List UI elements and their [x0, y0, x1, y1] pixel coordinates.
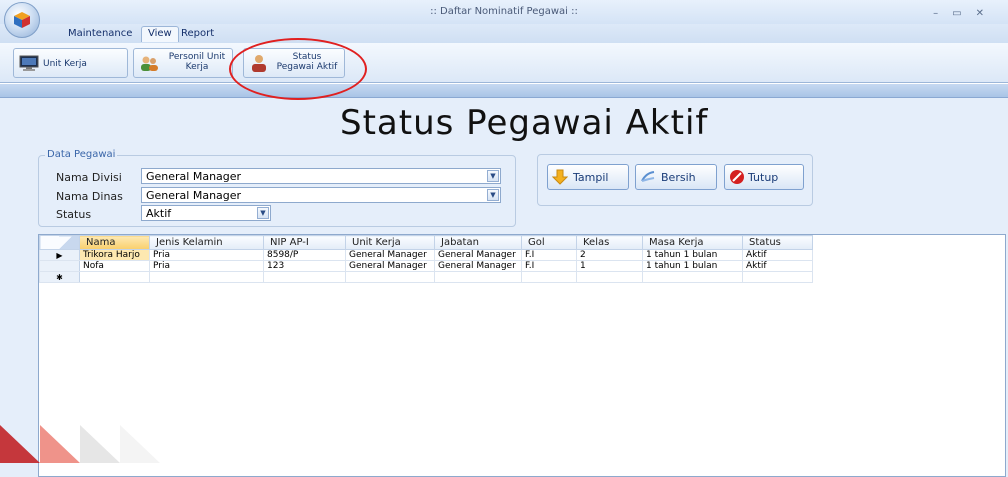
cell-kelas[interactable]: 2: [576, 249, 643, 261]
new-cell[interactable]: [79, 271, 150, 283]
personil-label-line1: Personil Unit: [168, 52, 226, 62]
cell-status[interactable]: Aktif: [742, 249, 813, 261]
col-header-unit-kerja[interactable]: Unit Kerja: [345, 235, 435, 250]
status-combo[interactable]: Aktif ▼: [141, 205, 271, 221]
tab-report[interactable]: Report: [175, 27, 220, 43]
personil-label: Personil Unit Kerja: [164, 52, 230, 72]
stop-icon: [730, 170, 744, 184]
dinas-combo[interactable]: General Manager ▼: [141, 187, 501, 203]
col-header-jenis-kelamin[interactable]: Jenis Kelamin: [149, 235, 264, 250]
cell-nip[interactable]: 8598/P: [263, 249, 346, 261]
ribbon-separator-band: [0, 84, 1008, 98]
col-header-masa-kerja[interactable]: Masa Kerja: [642, 235, 743, 250]
chevron-down-icon[interactable]: ▼: [487, 189, 499, 201]
highlight-circle: [229, 38, 367, 100]
personil-unit-kerja-button[interactable]: Personil Unit Kerja: [133, 48, 233, 78]
app-logo-icon: [14, 12, 30, 28]
current-row-indicator-icon[interactable]: ▶: [39, 249, 80, 261]
col-header-nama[interactable]: Nama: [79, 235, 150, 250]
tutup-label: Tutup: [748, 171, 779, 184]
minimize-button[interactable]: –: [933, 8, 952, 19]
arrow-down-icon: [552, 169, 568, 185]
broom-icon: [641, 171, 655, 182]
chevron-down-icon[interactable]: ▼: [487, 170, 499, 182]
grid-corner[interactable]: [39, 235, 80, 250]
divisi-label: Nama Divisi: [56, 171, 122, 184]
group-title: Data Pegawai: [45, 149, 118, 160]
close-button[interactable]: ✕: [976, 8, 998, 19]
tab-maintenance[interactable]: Maintenance: [62, 27, 138, 43]
data-pegawai-group: Data Pegawai Nama Divisi General Manager…: [38, 149, 516, 227]
col-header-nip[interactable]: NIP AP-I: [263, 235, 346, 250]
header-row: Nama Jenis Kelamin NIP AP-I Unit Kerja J…: [39, 235, 813, 250]
chevron-down-icon[interactable]: ▼: [257, 207, 269, 219]
tampil-button[interactable]: Tampil: [547, 164, 629, 190]
cell-kelas[interactable]: 1: [576, 260, 643, 272]
cell-gol[interactable]: F.I: [521, 260, 577, 272]
window-controls: –▭✕: [933, 8, 998, 19]
tampil-label: Tampil: [573, 171, 609, 184]
personil-label-line2: Kerja: [185, 62, 209, 72]
col-header-kelas[interactable]: Kelas: [576, 235, 643, 250]
status-filter-label: Status: [56, 208, 92, 221]
row-header[interactable]: [39, 260, 80, 272]
cell-jabatan[interactable]: General Manager: [434, 260, 522, 272]
bersih-button[interactable]: Bersih: [635, 164, 717, 190]
unit-kerja-label: Unit Kerja: [43, 59, 87, 69]
cell-jenis-kelamin[interactable]: Pria: [149, 249, 264, 261]
new-row[interactable]: ✱: [39, 271, 813, 283]
users-icon: [141, 56, 158, 71]
new-cell[interactable]: [434, 271, 522, 283]
cell-masa-kerja[interactable]: 1 tahun 1 bulan: [642, 249, 743, 261]
divisi-value: General Manager: [146, 170, 242, 183]
cell-unit-kerja[interactable]: General Manager: [345, 260, 435, 272]
new-cell[interactable]: [642, 271, 743, 283]
cell-jenis-kelamin[interactable]: Pria: [149, 260, 264, 272]
tab-view[interactable]: View: [141, 26, 179, 42]
new-cell[interactable]: [263, 271, 346, 283]
monitor-icon: [19, 55, 39, 71]
cell-unit-kerja[interactable]: General Manager: [345, 249, 435, 261]
action-buttons-group: Tampil Bersih Tutup: [537, 154, 813, 206]
dinas-label: Nama Dinas: [56, 190, 123, 203]
new-cell[interactable]: [149, 271, 264, 283]
col-header-gol[interactable]: Gol: [521, 235, 577, 250]
new-cell[interactable]: [742, 271, 813, 283]
maximize-button[interactable]: ▭: [952, 8, 975, 19]
table-row[interactable]: Nofa Pria 123 General Manager General Ma…: [39, 260, 813, 272]
new-cell[interactable]: [521, 271, 577, 283]
bersih-label: Bersih: [661, 171, 696, 184]
divisi-combo[interactable]: General Manager ▼: [141, 168, 501, 184]
new-cell[interactable]: [576, 271, 643, 283]
window-title: :: Daftar Nominatif Pegawai ::: [430, 6, 578, 17]
cell-masa-kerja[interactable]: 1 tahun 1 bulan: [642, 260, 743, 272]
col-header-jabatan[interactable]: Jabatan: [434, 235, 522, 250]
cell-nip[interactable]: 123: [263, 260, 346, 272]
status-value: Aktif: [146, 207, 172, 220]
cell-status[interactable]: Aktif: [742, 260, 813, 272]
application-menu-button[interactable]: [4, 2, 40, 38]
cell-nama[interactable]: Trikora Harjo: [79, 249, 150, 261]
col-header-status[interactable]: Status: [742, 235, 813, 250]
ribbon: Unit Kerja Personil Unit Kerja Status Pe…: [0, 43, 1008, 83]
cell-gol[interactable]: F.I: [521, 249, 577, 261]
menu-bar: Maintenance View Report: [0, 24, 1008, 43]
new-row-icon[interactable]: ✱: [39, 271, 80, 283]
title-bar: :: Daftar Nominatif Pegawai :: –▭✕: [0, 0, 1008, 24]
page-title: Status Pegawai Aktif: [340, 103, 709, 143]
new-cell[interactable]: [345, 271, 435, 283]
watermark-logo-icon: [0, 425, 160, 463]
unit-kerja-button[interactable]: Unit Kerja: [13, 48, 128, 78]
pegawai-table: Nama Jenis Kelamin NIP AP-I Unit Kerja J…: [39, 235, 813, 283]
cell-nama[interactable]: Nofa: [79, 260, 150, 272]
table-row[interactable]: ▶ Trikora Harjo Pria 8598/P General Mana…: [39, 249, 813, 261]
tutup-button[interactable]: Tutup: [724, 164, 804, 190]
cell-jabatan[interactable]: General Manager: [434, 249, 522, 261]
dinas-value: General Manager: [146, 189, 242, 202]
